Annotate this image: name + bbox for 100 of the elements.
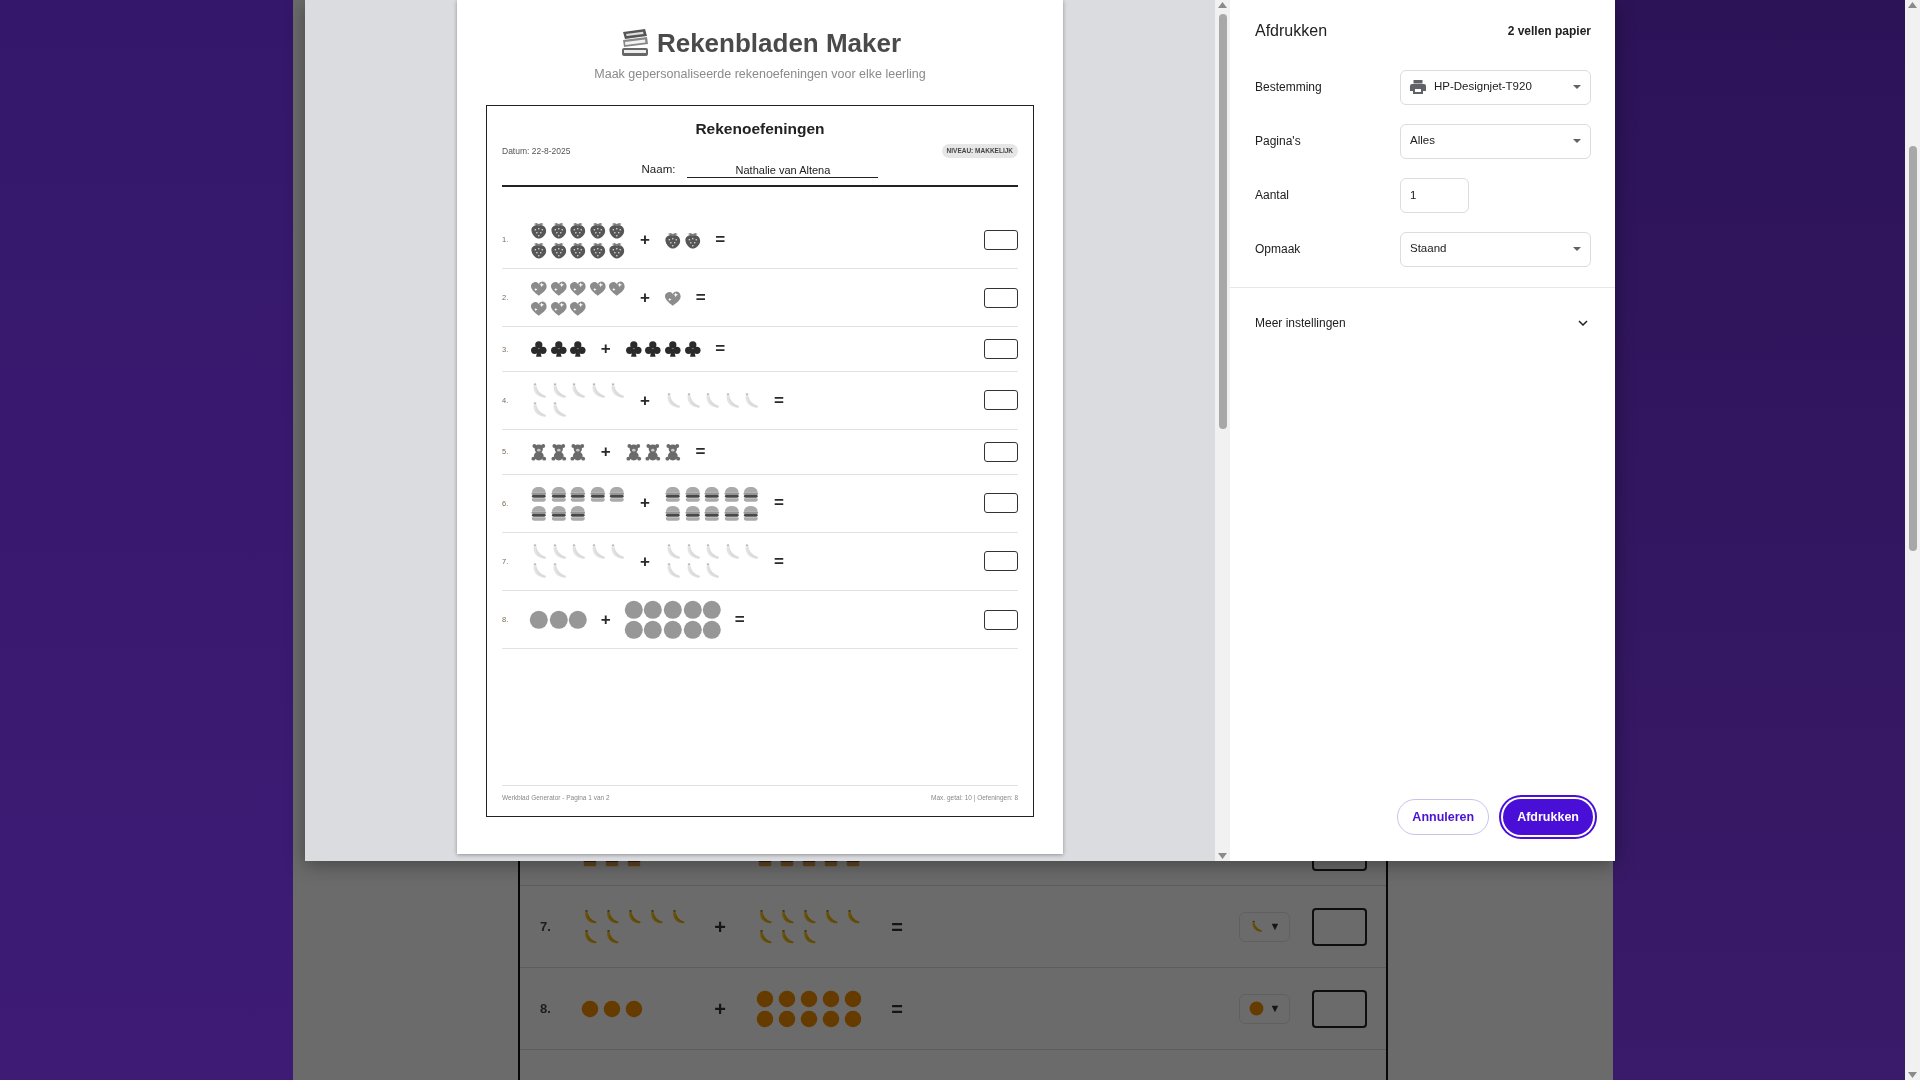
ball-icon [581, 999, 599, 1018]
scroll-down-arrow[interactable] [1908, 1072, 1917, 1078]
ball-icon [662, 619, 683, 640]
exercise-number: 8. [540, 999, 552, 1018]
field-label: Bestemming [1255, 79, 1323, 96]
teddy-bear-icon [568, 442, 588, 462]
copies-field[interactable]: 1 [1400, 177, 1469, 213]
answer-box [984, 493, 1018, 514]
sheet-count: 2 vellen papier [1507, 23, 1591, 40]
scroll-down-arrow[interactable] [1218, 853, 1227, 859]
scroll-up-arrow[interactable] [1908, 2, 1917, 8]
equals-sign: = [714, 338, 727, 361]
ball-icon [682, 599, 703, 620]
ball-icon [778, 1009, 796, 1028]
ball-icon [603, 999, 621, 1018]
equals-sign: = [773, 492, 785, 515]
answer-box[interactable] [1312, 907, 1367, 946]
equals-sign: = [773, 550, 785, 573]
caret-icon [1573, 139, 1581, 143]
ball-icon [800, 989, 818, 1008]
plus-sign: + [639, 492, 651, 515]
teddy-bear-icon [623, 442, 644, 462]
scrollbar-thumb[interactable] [1218, 14, 1227, 429]
ball-icon [702, 619, 722, 640]
ball-icon [662, 599, 683, 620]
dialog-title: Afdrukken [1255, 21, 1328, 41]
plus-sign: + [639, 389, 651, 412]
app-subtitle: Maak gepersonaliseerde rekenoefeningen voor elke leerling [593, 66, 927, 83]
plus-sign: + [599, 338, 612, 361]
strawberry-icon [548, 220, 569, 240]
club-icon [682, 339, 703, 359]
equals-sign: = [694, 441, 707, 464]
club-icon [529, 339, 549, 359]
club-icon [623, 339, 644, 359]
answer-box [984, 390, 1018, 411]
exercise-number: 7. [540, 917, 552, 936]
answer-box [984, 609, 1018, 630]
scrollbar-thumb[interactable] [1908, 146, 1917, 551]
date-text: Datum: 22-8-2025 [502, 144, 571, 158]
worksheet-title: Rekenoefeningen [694, 118, 826, 139]
club-icon [662, 339, 683, 359]
plus-sign: + [639, 287, 651, 310]
ball-icon [800, 1009, 818, 1028]
printer-icon [1410, 80, 1426, 94]
equals-sign: = [773, 389, 785, 412]
ball-icon [568, 609, 588, 630]
ball-icon [844, 1009, 862, 1028]
ball-icon [682, 619, 703, 640]
field-label: Pagina's [1255, 133, 1302, 150]
strawberry-icon [607, 220, 627, 240]
equals-sign: = [891, 996, 903, 1022]
equals-sign: = [714, 228, 727, 251]
caret-icon [1573, 85, 1581, 89]
answer-box [984, 551, 1018, 572]
name-label: Naam: [641, 161, 676, 177]
hamburger-icon [568, 503, 588, 523]
strawberry-icon [529, 220, 549, 240]
field-label: Aantal [1255, 187, 1291, 204]
plus-sign: + [639, 228, 651, 251]
ball-icon [643, 599, 663, 620]
ball-icon [548, 609, 569, 630]
name-field: Nathalie van Altena [687, 164, 879, 178]
ball-icon [623, 619, 644, 640]
select-field[interactable]: HP-Designjet-T920 [1400, 69, 1591, 105]
hamburger-icon [702, 503, 722, 523]
select-field[interactable]: Staand [1400, 231, 1591, 267]
ball-icon [623, 599, 644, 620]
club-icon [548, 339, 569, 359]
ball-icon [529, 609, 549, 630]
select-field[interactable]: Alles [1400, 123, 1591, 159]
equals-sign: = [891, 914, 903, 940]
answer-box [984, 229, 1018, 250]
hamburger-icon [529, 503, 549, 523]
ball-icon [822, 989, 840, 1008]
strawberry-icon [587, 220, 608, 240]
ball-icon [822, 1009, 840, 1028]
plus-sign: + [714, 996, 726, 1022]
ball-icon [1248, 1001, 1264, 1016]
plus-sign: + [599, 608, 612, 631]
answer-box[interactable] [1312, 989, 1367, 1028]
scroll-up-arrow[interactable] [1218, 2, 1227, 8]
ball-icon [756, 989, 774, 1008]
equals-sign: = [733, 608, 746, 631]
strawberry-icon [568, 220, 588, 240]
answer-box [984, 287, 1018, 308]
teddy-bear-icon [548, 442, 569, 462]
club-icon [568, 339, 588, 359]
club-icon [643, 339, 663, 359]
ball-icon [844, 989, 862, 1008]
field-label: Opmaak [1255, 241, 1302, 258]
teddy-bear-icon [643, 442, 663, 462]
ball-icon [625, 999, 643, 1018]
teddy-bear-icon [529, 442, 549, 462]
hamburger-icon [741, 503, 761, 523]
plus-sign: + [714, 914, 726, 940]
ball-icon [756, 1009, 774, 1028]
teddy-bear-icon [662, 442, 683, 462]
ball-icon [778, 989, 796, 1008]
plus-sign: + [639, 550, 651, 573]
cancel-button[interactable]: Annuleren [1397, 799, 1490, 835]
